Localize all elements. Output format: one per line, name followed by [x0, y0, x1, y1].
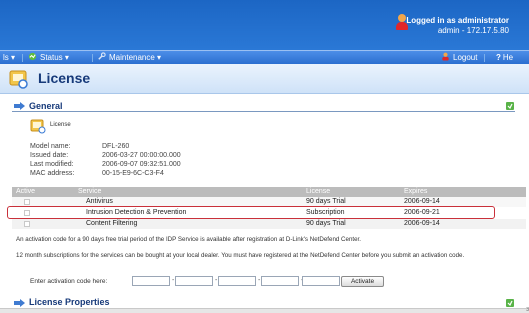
general-section-title: General	[29, 101, 63, 111]
license-cell: 90 days Trial	[306, 220, 346, 227]
field-value: 2006-03-27 00:00:00.000	[102, 152, 181, 159]
license-icon-label: License	[50, 122, 71, 128]
section-arrow-icon	[14, 299, 25, 307]
license-small-icon	[30, 119, 46, 134]
service-cell: Antivirus	[86, 198, 113, 205]
trial-info-text: An activation code for a 90 days free tr…	[16, 236, 361, 243]
activation-code-input-1[interactable]	[132, 276, 170, 286]
column-header-license: License	[306, 188, 331, 195]
activation-dash: -	[215, 277, 218, 284]
menu-item-status[interactable]: Status ▾	[28, 52, 69, 63]
menu-item-maintenance[interactable]: Maintenance ▾	[97, 52, 161, 63]
login-user: admin - 172.17.5.80	[437, 26, 509, 35]
field-label: MAC address:	[30, 170, 75, 177]
section-arrow-icon	[14, 102, 25, 110]
field-label: Last modified:	[30, 161, 74, 168]
help-icon: ?	[496, 53, 501, 62]
login-status: Logged in as administrator	[406, 16, 509, 25]
expires-cell: 2006-09-14	[404, 220, 440, 227]
expires-cell: 2006-09-14	[404, 198, 440, 205]
menu-item-cut[interactable]: ls ▾	[3, 52, 15, 63]
active-checkbox[interactable]	[24, 221, 30, 227]
field-label: Issued date:	[30, 152, 69, 159]
field-value: 2006-09-07 09:32:51.000	[102, 161, 181, 168]
column-header-service: Service	[78, 188, 102, 195]
collapse-icon[interactable]	[506, 102, 514, 110]
field-label: Model name:	[30, 143, 71, 150]
active-checkbox[interactable]	[24, 199, 30, 205]
status-icon	[28, 52, 37, 61]
horizontal-scrollbar[interactable]	[0, 308, 529, 313]
license-properties-title: License Properties	[29, 297, 110, 307]
collapse-icon[interactable]	[506, 299, 514, 307]
license-icon	[9, 70, 28, 89]
service-cell: Content Filtering	[86, 220, 138, 227]
help-button[interactable]: ? He	[496, 52, 513, 63]
general-divider	[12, 111, 515, 112]
menu-bar: ls ▾ Status ▾ Maintenance ▾ Logout ? He	[0, 50, 529, 64]
field-value: 00-15-E9-6C-C3-F4	[102, 170, 164, 177]
top-bar: Logged in as administrator admin - 172.1…	[0, 0, 529, 50]
activation-label: Enter activation code here:	[30, 278, 108, 285]
activation-dash: -	[172, 277, 175, 284]
activation-code-input-5[interactable]	[302, 276, 340, 286]
subscription-info-text: 12 month subscriptions for the services …	[16, 252, 465, 259]
license-cell: 90 days Trial	[306, 198, 346, 205]
column-header-expires: Expires	[404, 188, 428, 195]
page-title: License	[38, 70, 91, 86]
activation-code-input-2[interactable]	[175, 276, 213, 286]
wrench-icon	[98, 52, 106, 60]
field-value: DFL-260	[102, 143, 130, 150]
activate-button[interactable]: Activate	[341, 276, 384, 287]
activation-code-input-3[interactable]	[218, 276, 256, 286]
logout-button[interactable]: Logout	[441, 52, 477, 63]
activation-dash: -	[258, 277, 261, 284]
activation-code-input-4[interactable]	[261, 276, 299, 286]
selected-row-highlight	[7, 206, 495, 219]
logout-icon	[442, 52, 449, 61]
login-info: Logged in as administrator admin - 172.1…	[406, 16, 509, 36]
column-header-active: Active	[16, 188, 36, 195]
